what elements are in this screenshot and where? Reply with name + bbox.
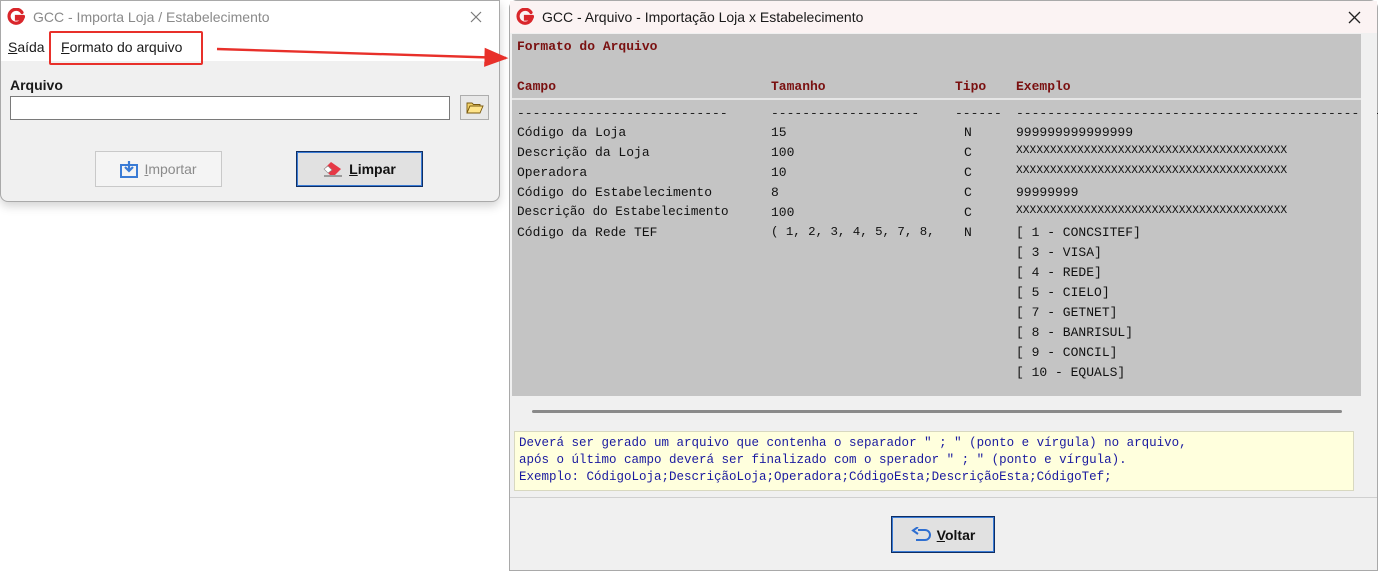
row-tipo: C — [964, 145, 972, 160]
network-example: [ 5 - CIELO] — [1016, 285, 1110, 300]
network-example: [ 8 - BANRISUL] — [1016, 325, 1134, 340]
eraser-icon — [323, 161, 343, 177]
note-line: Exemplo: CódigoLoja;DescriçãoLoja;Operad… — [519, 470, 1112, 484]
row-exemplo: XXXXXXXXXXXXXXXXXXXXXXXXXXXXXXXXXXXXXXXX — [1016, 165, 1288, 177]
format-title: Formato do Arquivo — [517, 39, 658, 54]
window-title: GCC - Arquivo - Importação Loja x Estabe… — [542, 9, 864, 25]
row-exemplo: [ 1 - CONCSITEF] — [1016, 225, 1141, 240]
row-exemplo: 99999999 — [1016, 185, 1079, 200]
network-example: [ 4 - REDE] — [1016, 265, 1102, 280]
row-tamanho: 8 — [771, 185, 779, 200]
network-example: [ 9 - CONCIL] — [1016, 345, 1118, 360]
row-tamanho: 15 — [771, 125, 787, 140]
row-campo: Código da Rede TEF — [517, 225, 658, 240]
separator-tamanho: ------------------- — [771, 106, 920, 121]
separator-campo: --------------------------- — [517, 106, 728, 121]
row-campo: Descrição do Estabelecimento — [517, 205, 729, 219]
annotation-highlight-box — [49, 31, 203, 65]
row-tamanho: 100 — [771, 205, 795, 220]
horizontal-scrollbar[interactable] — [512, 396, 1376, 426]
header-divider — [512, 98, 1376, 100]
row-campo: Código do Estabelecimento — [517, 185, 713, 200]
browse-file-button[interactable] — [460, 95, 489, 120]
separator-tipo: ------ — [955, 106, 1002, 121]
row-tipo: C — [964, 185, 972, 200]
vertical-scrollbar[interactable] — [1361, 34, 1377, 426]
import-icon — [120, 160, 139, 178]
row-tamanho: 100 — [771, 145, 795, 160]
title-bar: GCC - Importa Loja / Estabelecimento — [1, 1, 499, 33]
title-bar: GCC - Arquivo - Importação Loja x Estabe… — [510, 1, 1377, 33]
row-tamanho: 10 — [771, 165, 787, 180]
row-tipo: C — [964, 165, 972, 180]
folder-open-icon — [465, 101, 484, 115]
note-line: Deverá ser gerado um arquivo que contenh… — [519, 436, 1187, 450]
network-example: [ 7 - GETNET] — [1016, 305, 1118, 320]
row-campo: Código da Loja — [517, 125, 627, 140]
window-title: GCC - Importa Loja / Estabelecimento — [33, 9, 270, 25]
instructions-note: Deverá ser gerado um arquivo que contenh… — [514, 431, 1354, 491]
row-exemplo: XXXXXXXXXXXXXXXXXXXXXXXXXXXXXXXXXXXXXXXX — [1016, 145, 1288, 157]
row-campo: Operadora — [517, 165, 588, 180]
file-path-input[interactable] — [10, 96, 450, 120]
gcc-logo-icon — [7, 8, 25, 26]
gcc-logo-icon — [516, 8, 534, 26]
row-exemplo: XXXXXXXXXXXXXXXXXXXXXXXXXXXXXXXXXXXXXXXX — [1016, 205, 1288, 217]
column-header-tamanho: Tamanho — [771, 79, 826, 94]
close-icon[interactable] — [463, 5, 489, 29]
footer-divider — [510, 497, 1377, 498]
scrollbar-thumb[interactable] — [532, 410, 1342, 413]
close-icon[interactable] — [1341, 5, 1367, 29]
file-label: Arquivo — [10, 77, 63, 93]
format-panel[interactable]: Formato do Arquivo Campo Tamanho Tipo Ex… — [512, 34, 1378, 426]
row-tipo: N — [964, 125, 972, 140]
import-store-window: GCC - Importa Loja / Estabelecimento Saí… — [0, 0, 500, 202]
row-tamanho: ( 1, 2, 3, 4, 5, 7, 8, — [771, 225, 935, 239]
separator-exemplo: ----------------------------------------… — [1016, 106, 1378, 121]
note-line: após o último campo deverá ser finalizad… — [519, 453, 1127, 467]
row-tipo: N — [964, 225, 972, 240]
column-header-exemplo: Exemplo — [1016, 79, 1071, 94]
column-header-tipo: Tipo — [955, 79, 987, 94]
back-arrow-icon — [910, 526, 931, 543]
clear-button[interactable]: Limpar — [296, 151, 423, 187]
import-button[interactable]: Importar — [95, 151, 222, 187]
network-example: [ 10 - EQUALS] — [1016, 365, 1126, 380]
file-format-window: GCC - Arquivo - Importação Loja x Estabe… — [509, 0, 1378, 571]
column-header-campo: Campo — [517, 79, 557, 94]
menu-exit[interactable]: Saída — [8, 39, 45, 55]
network-example: [ 3 - VISA] — [1016, 245, 1102, 260]
back-button[interactable]: Voltar — [891, 516, 995, 553]
row-campo: Descrição da Loja — [517, 145, 650, 160]
row-exemplo: 999999999999999 — [1016, 125, 1134, 140]
row-tipo: C — [964, 205, 972, 220]
